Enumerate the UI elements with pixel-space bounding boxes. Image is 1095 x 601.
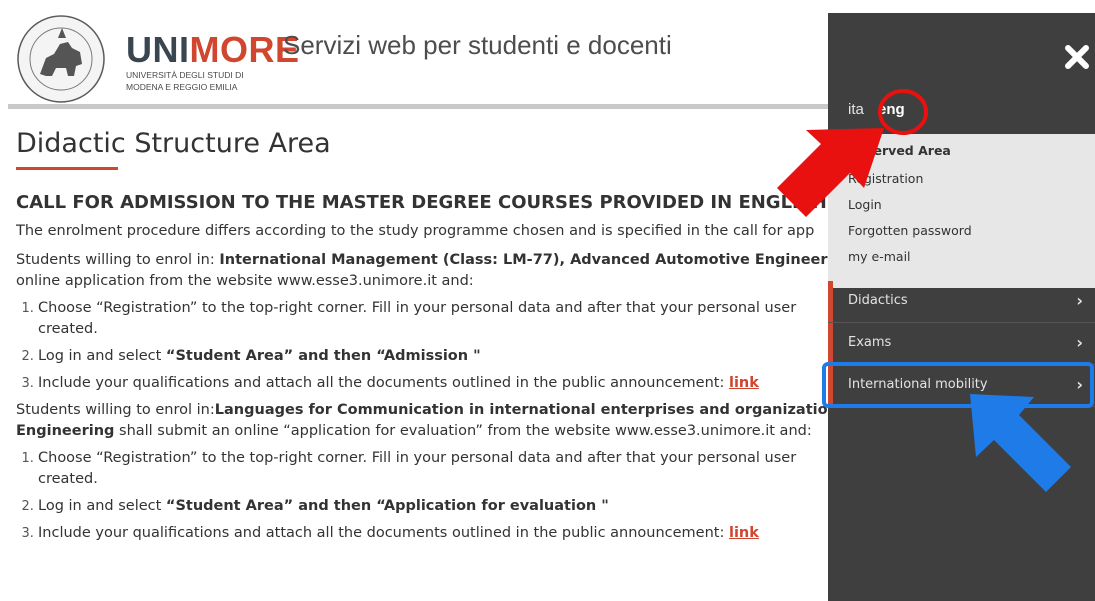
title-underline bbox=[16, 167, 118, 170]
group2-prefix: Students willing to enrol in: bbox=[16, 402, 215, 418]
group1-continuation: online application from the website www.… bbox=[16, 273, 474, 289]
group2-programmes: Languages for Communication in internati… bbox=[214, 402, 838, 418]
reserved-area-title: Reserved Area bbox=[848, 143, 951, 158]
menu-item-label: International mobility bbox=[848, 377, 988, 392]
brand-subtitle-2: MODENA E REGGIO EMILIA bbox=[126, 82, 238, 92]
call-heading: CALL FOR ADMISSION TO THE MASTER DEGREE … bbox=[16, 192, 861, 213]
step-bold: “Student Area” and then “Admission " bbox=[165, 348, 481, 364]
brand-block[interactable]: UNIMORE UNIVERSITÀ DEGLI STUDI DI MODENA… bbox=[126, 32, 300, 93]
announcement-link[interactable]: link bbox=[729, 375, 759, 391]
step-text: Choose “Registration” to the top-right c… bbox=[38, 450, 797, 466]
step-text: Choose “Registration” to the top-right c… bbox=[38, 300, 797, 316]
menu-item-exams[interactable]: Exams › bbox=[828, 323, 1095, 365]
step-text-cont: created. bbox=[38, 321, 98, 337]
chevron-right-icon: › bbox=[1076, 291, 1083, 310]
login-link[interactable]: Login bbox=[848, 197, 882, 212]
intro-paragraph: The enrolment procedure differs accordin… bbox=[16, 223, 815, 239]
chevron-right-icon: › bbox=[1076, 333, 1083, 352]
step-text: Include your qualifications and attach a… bbox=[38, 375, 729, 391]
step-bold: “Student Area” and then “Application for… bbox=[165, 498, 609, 514]
step-text: Log in and select bbox=[38, 348, 166, 364]
page-title: Didactic Structure Area bbox=[16, 128, 331, 159]
chevron-right-icon: › bbox=[1076, 375, 1083, 394]
lang-ita[interactable]: ita bbox=[848, 101, 864, 118]
menu-item-label: Didactics bbox=[848, 293, 908, 308]
group1-programmes: International Management (Class: LM-77),… bbox=[219, 252, 854, 268]
site-title: Servizi web per studenti e docenti bbox=[283, 30, 672, 60]
list-item: Log in and select “Student Area” and the… bbox=[38, 496, 828, 517]
registration-link[interactable]: Registration bbox=[848, 171, 923, 186]
brand-uni: UNI bbox=[126, 29, 190, 70]
header-divider bbox=[8, 104, 833, 109]
group2-paragraph: Students willing to enrol in:Languages f… bbox=[16, 400, 838, 442]
main-content: Didactic Structure Area CALL FOR ADMISSI… bbox=[16, 118, 861, 550]
list-item: Choose “Registration” to the top-right c… bbox=[38, 448, 828, 490]
list-group1: Choose “Registration” to the top-right c… bbox=[16, 298, 828, 394]
my-email-link[interactable]: my e-mail bbox=[848, 249, 911, 264]
group1-prefix: Students willing to enrol in: bbox=[16, 252, 220, 268]
language-switcher: ita eng bbox=[848, 101, 905, 118]
site-header: UNIMORE UNIVERSITÀ DEGLI STUDI DI MODENA… bbox=[8, 8, 833, 106]
menu-item-label: Exams bbox=[848, 335, 892, 350]
step-text: Include your qualifications and attach a… bbox=[38, 525, 729, 541]
menu-item-international-mobility[interactable]: International mobility › bbox=[828, 365, 1095, 407]
menu-accent-bar bbox=[828, 323, 833, 364]
forgotten-password-link[interactable]: Forgotten password bbox=[848, 223, 972, 238]
list-group2: Choose “Registration” to the top-right c… bbox=[16, 448, 828, 544]
brand-name: UNIMORE bbox=[126, 32, 300, 68]
side-menu: ita eng Reserved Area Registration Login… bbox=[828, 13, 1095, 601]
menu-item-didactics[interactable]: Didactics › bbox=[828, 281, 1095, 323]
close-icon[interactable] bbox=[1063, 43, 1091, 71]
list-item: Include your qualifications and attach a… bbox=[38, 523, 828, 544]
group2-programmes-cont: Engineering bbox=[16, 423, 115, 439]
step-text-cont: created. bbox=[38, 471, 98, 487]
step-text: Log in and select bbox=[38, 498, 166, 514]
university-seal-logo bbox=[17, 15, 105, 103]
brand-subtitle-1: UNIVERSITÀ DEGLI STUDI DI bbox=[126, 70, 244, 80]
menu-accent-bar bbox=[828, 365, 833, 406]
group1-paragraph: Students willing to enrol in: Internatio… bbox=[16, 250, 853, 292]
list-item: Log in and select “Student Area” and the… bbox=[38, 346, 828, 367]
page: UNIMORE UNIVERSITÀ DEGLI STUDI DI MODENA… bbox=[0, 0, 1095, 601]
list-item: Choose “Registration” to the top-right c… bbox=[38, 298, 828, 340]
announcement-link[interactable]: link bbox=[729, 525, 759, 541]
menu-accent-bar bbox=[828, 281, 833, 322]
list-item: Include your qualifications and attach a… bbox=[38, 373, 828, 394]
reserved-area: Reserved Area Registration Login Forgott… bbox=[828, 134, 1095, 288]
group2-continuation: shall submit an online “application for … bbox=[114, 423, 812, 439]
lang-eng[interactable]: eng bbox=[878, 101, 905, 118]
